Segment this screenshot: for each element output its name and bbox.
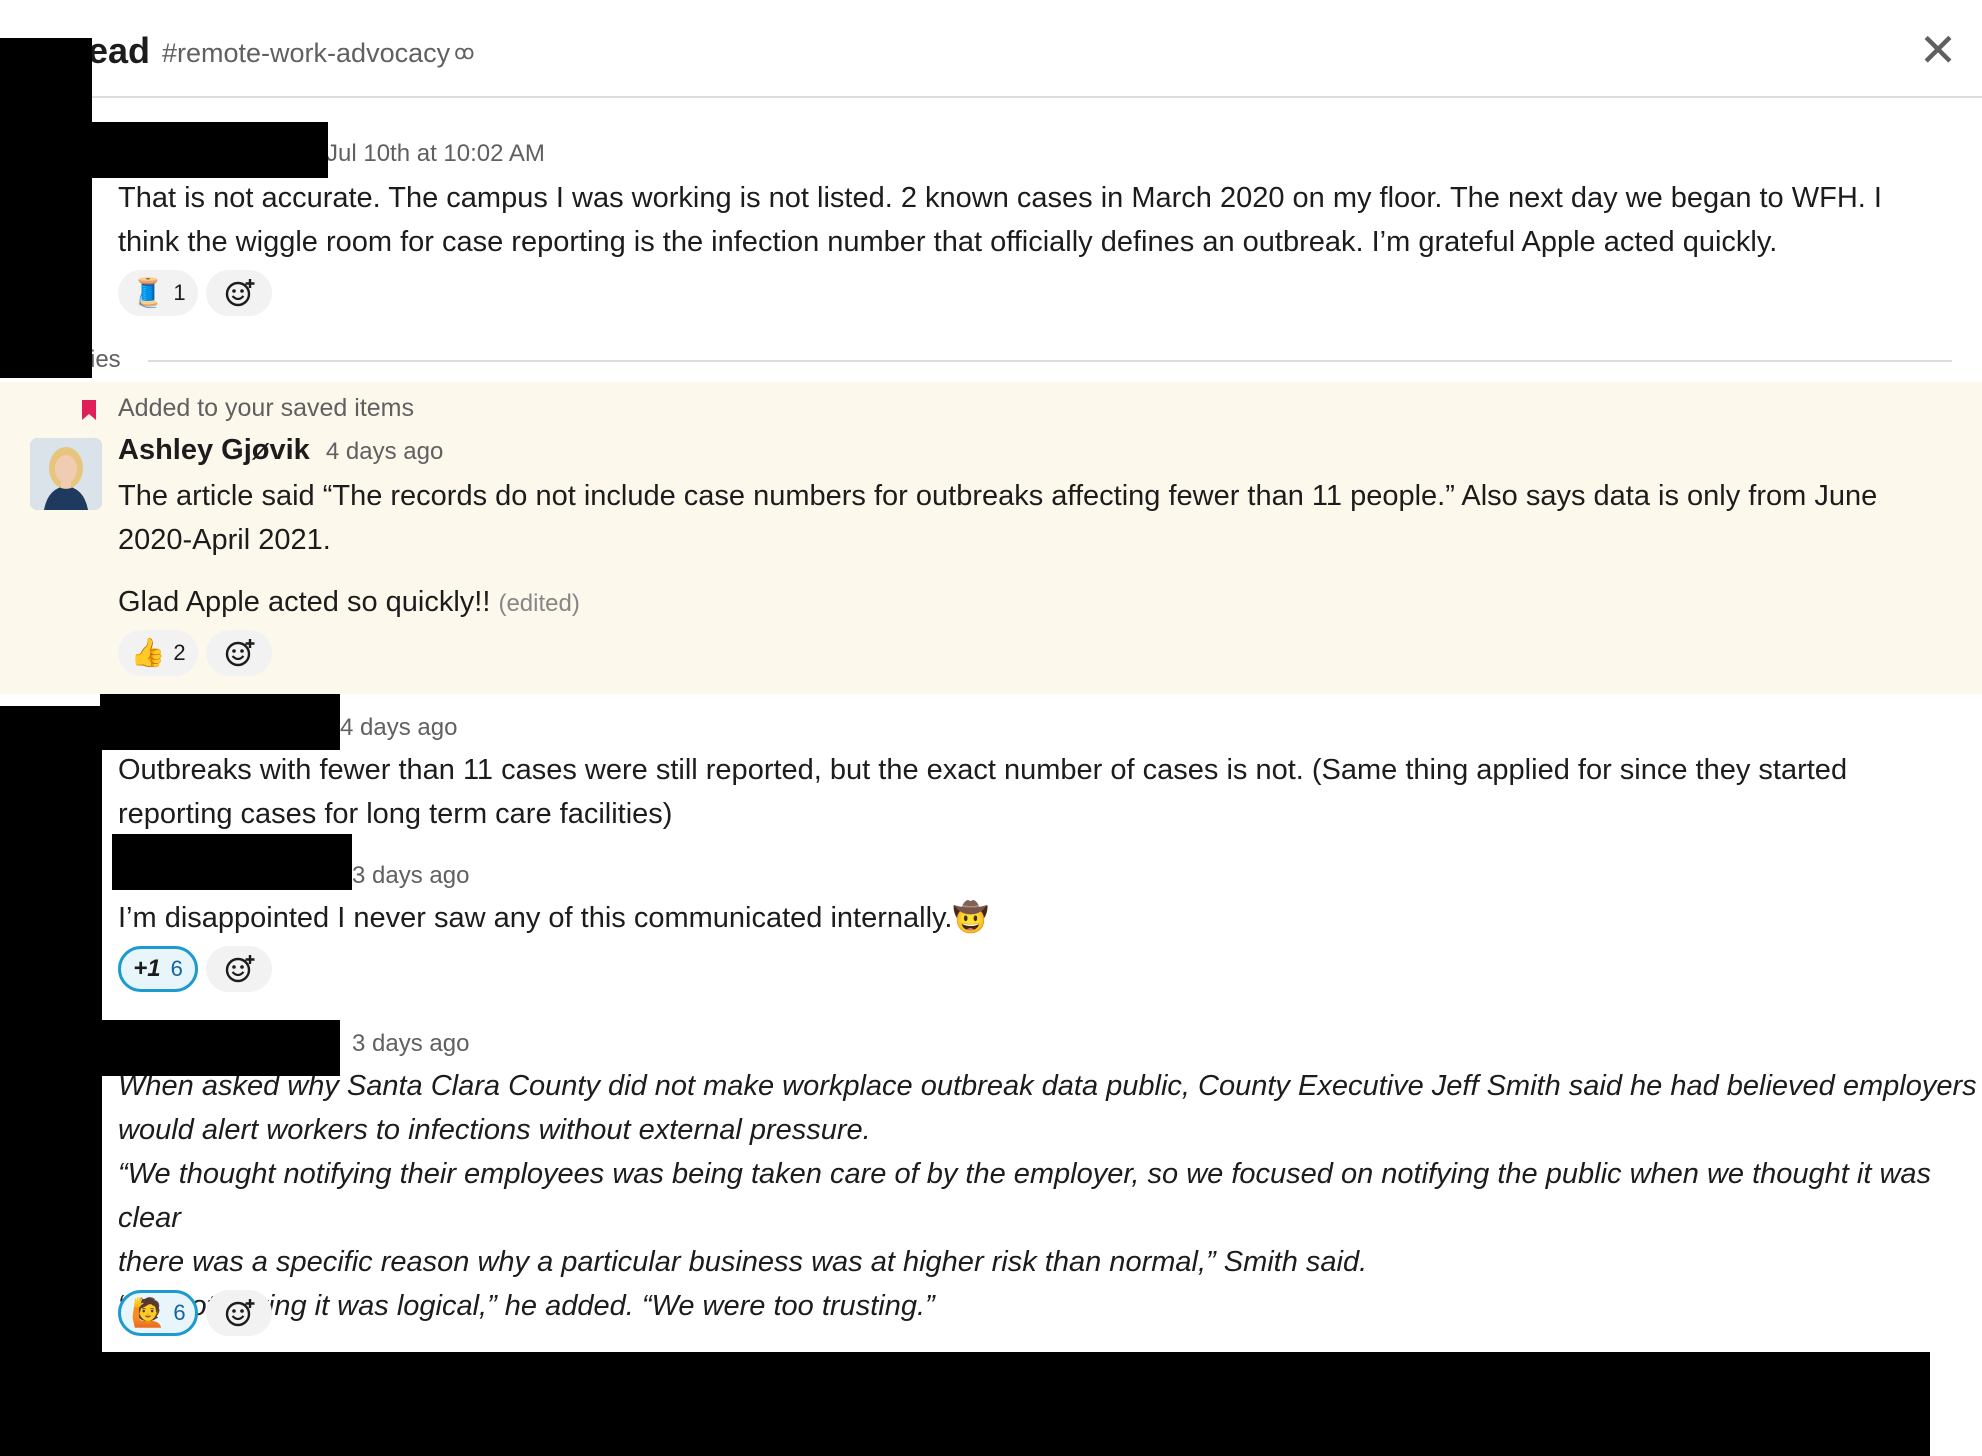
message-line: there was a specific reason why a partic… (118, 1246, 1368, 1278)
close-icon[interactable]: ✕ (1918, 27, 1958, 73)
message-body-quote: When asked why Santa Clara County did no… (118, 1064, 1982, 1328)
channel-name[interactable]: #remote-work-advocacy (162, 38, 450, 68)
shared-channel-icon: ꝏ (454, 42, 475, 64)
user-avatar-image (30, 438, 102, 510)
add-emoji-icon (225, 955, 255, 983)
thread-emoji-icon: 🧵 (130, 277, 166, 308)
add-reaction-button[interactable] (206, 270, 272, 316)
reaction-count: 6 (170, 956, 183, 981)
avatar[interactable] (30, 438, 102, 510)
message-timestamp[interactable]: 4 days ago (326, 438, 443, 465)
replies-count-label: ies (90, 346, 121, 373)
message-line: reporting cases for long term care facil… (118, 798, 673, 830)
add-emoji-icon (225, 639, 255, 667)
channel-link[interactable]: #remote-work-advocacy ꝏ (162, 38, 474, 69)
add-reaction-button[interactable] (206, 630, 272, 676)
message-body-second-paragraph: Glad Apple acted so quickly!! (edited) (118, 580, 580, 626)
author-name-text[interactable]: Ashley Gjøvik (118, 434, 310, 466)
add-reaction-button[interactable] (206, 946, 272, 992)
cowboy-face-icon: 🤠 (952, 902, 989, 934)
message-body: Outbreaks with fewer than 11 cases were … (118, 748, 1847, 836)
redaction-block (0, 706, 102, 1456)
edited-marker: (edited) (498, 590, 580, 617)
message-line: Glad Apple acted so quickly!! (118, 586, 491, 618)
redaction-block (0, 38, 92, 378)
thread-header: ead #remote-work-advocacy ꝏ ✕ (0, 0, 1982, 98)
add-reaction-button[interactable] (206, 1290, 272, 1336)
message-timestamp[interactable]: 3 days ago (352, 862, 469, 890)
add-emoji-icon (225, 1299, 255, 1327)
message-body: The article said “The records do not inc… (118, 474, 1877, 562)
reaction-raised-hand[interactable]: 🙋 6 (118, 1290, 198, 1336)
bookmark-icon (82, 400, 96, 420)
message-line: That is not accurate. The campus I was w… (118, 182, 1882, 214)
message-timestamp[interactable]: 3 days ago (352, 1030, 469, 1058)
reaction-count: 2 (173, 640, 186, 665)
redaction-block (100, 1352, 1930, 1456)
raising-hand-icon: 🙋 (130, 1297, 166, 1328)
reaction-thumbsup[interactable]: 👍 2 (118, 630, 198, 676)
message-line: Outbreaks with fewer than 11 cases were … (118, 754, 1848, 786)
redaction-block (100, 1020, 340, 1076)
plus-one-icon: +1 (133, 955, 161, 982)
reaction-count: 1 (173, 280, 186, 305)
redaction-block (92, 122, 328, 178)
replies-divider (148, 360, 1952, 362)
reaction-thread[interactable]: 🧵 1 (118, 270, 198, 316)
author-name[interactable]: Ashley Gjøvik 4 days ago (118, 434, 443, 467)
redaction-block (100, 694, 340, 750)
message-line: 2020-April 2021. (118, 524, 331, 556)
message-body: That is not accurate. The campus I was w… (118, 176, 1882, 264)
reaction-count: 6 (173, 1300, 186, 1325)
message-line: would alert workers to infections withou… (118, 1114, 871, 1146)
add-emoji-icon (225, 279, 255, 307)
message-line: I’m disappointed I never saw any of this… (118, 902, 953, 934)
message-line: When asked why Santa Clara County did no… (118, 1070, 1977, 1102)
message-line: think the wiggle room for case reporting… (118, 226, 1778, 258)
message-line: The article said “The records do not inc… (118, 480, 1878, 512)
message-line: “We thought notifying their employees wa… (118, 1158, 1932, 1234)
saved-label: Added to your saved items (118, 394, 414, 422)
redaction-block (112, 834, 352, 890)
thread-title: ead (88, 30, 151, 71)
message-line: “I’m not saying it was logical,” he adde… (118, 1290, 935, 1322)
thumbs-up-icon: 👍 (130, 637, 166, 668)
message-body: I’m disappointed I never saw any of this… (118, 896, 989, 940)
reaction-plus-one[interactable]: +1 6 (118, 946, 198, 992)
message-timestamp[interactable]: 4 days ago (340, 714, 457, 742)
message-timestamp[interactable]: Jul 10th at 10:02 AM (326, 140, 545, 168)
